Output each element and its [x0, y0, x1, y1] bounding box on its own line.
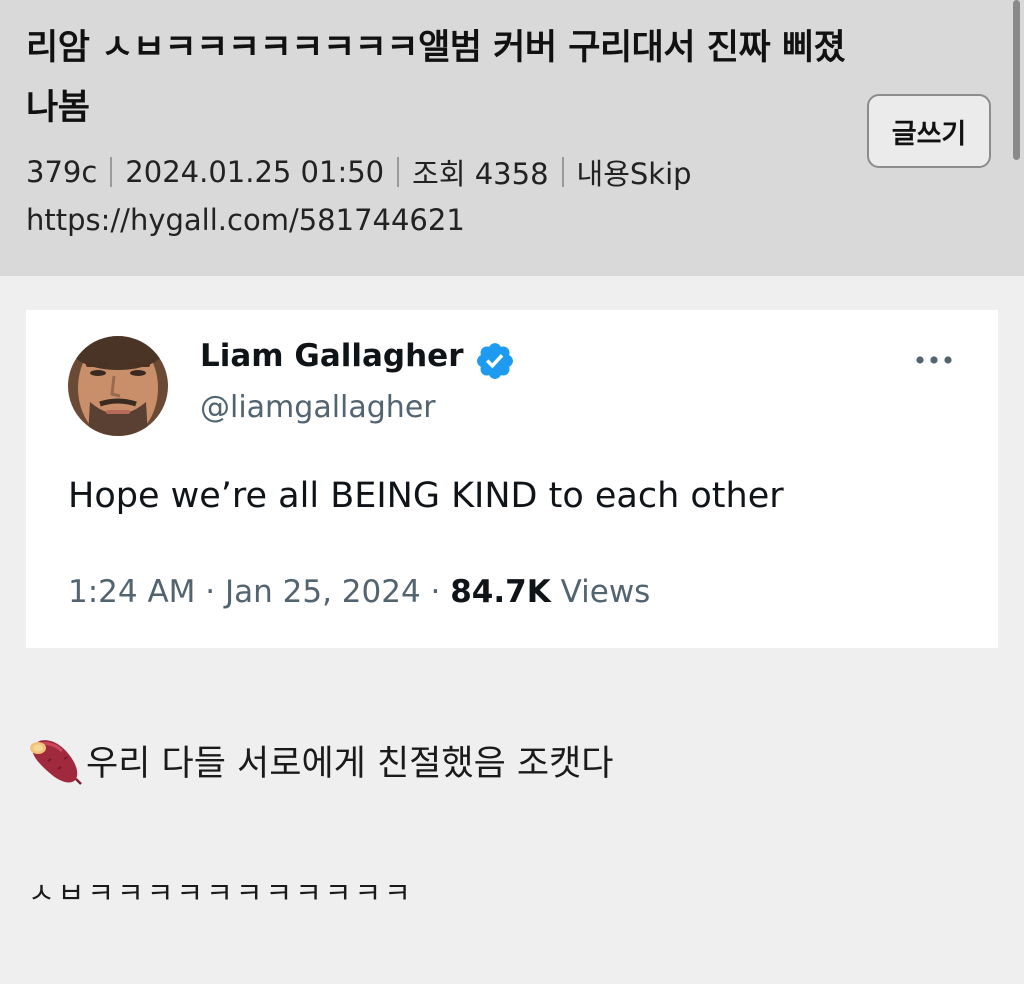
post-meta: 379c 2024.01.25 01:50 조회 4358 내용Skip	[26, 150, 692, 194]
sweet-potato-icon	[30, 740, 82, 785]
body-line-1-text: 우리 다들 서로에게 친절했음 조캣다	[86, 743, 614, 784]
tweet-card: Liam Gallagher @liamgallagher Hope we’re…	[26, 310, 998, 648]
scrollbar[interactable]	[1013, 0, 1020, 160]
write-button[interactable]: 글쓰기	[867, 94, 991, 168]
tweet-author-handle[interactable]: @liamgallagher	[200, 390, 436, 425]
comment-count[interactable]: 379c	[26, 155, 97, 189]
more-horizontal-icon[interactable]	[912, 346, 956, 374]
post-url[interactable]: https://hygall.com/581744621	[26, 203, 465, 237]
tweet-meta: 1:24 AM · Jan 25, 2024 · 84.7K Views	[68, 574, 650, 610]
post-title: 리암 ㅅㅂㅋㅋㅋㅋㅋㅋㅋㅋ앨범 커버 구리대서 진짜 삐졌나봄	[26, 28, 846, 128]
meta-divider	[561, 157, 564, 187]
meta-divider	[397, 157, 400, 187]
tweet-author-name[interactable]: Liam Gallagher	[200, 338, 464, 374]
post-datetime: 2024.01.25 01:50	[125, 155, 385, 189]
meta-divider	[110, 157, 113, 187]
avatar[interactable]	[68, 336, 168, 436]
body-line-1: 우리 다들 서로에게 친절했음 조캣다	[26, 730, 614, 790]
tweet-text: Hope we’re all BEING KIND to each other	[68, 476, 784, 516]
verified-badge-icon	[477, 343, 513, 379]
tweet-views-label: Views	[550, 574, 651, 610]
body-line-2: ㅅㅂㅋㅋㅋㅋㅋㅋㅋㅋㅋㅋㅋ	[28, 876, 414, 910]
skip-content-link[interactable]: 내용Skip	[577, 151, 692, 193]
view-count: 조회 4358	[412, 157, 549, 191]
tweet-view-count: 84.7K	[450, 574, 551, 610]
post-header: 리암 ㅅㅂㅋㅋㅋㅋㅋㅋㅋㅋ앨범 커버 구리대서 진짜 삐졌나봄 글쓰기 379c…	[0, 0, 1024, 276]
tweet-timestamp[interactable]: 1:24 AM · Jan 25, 2024 ·	[68, 574, 450, 610]
